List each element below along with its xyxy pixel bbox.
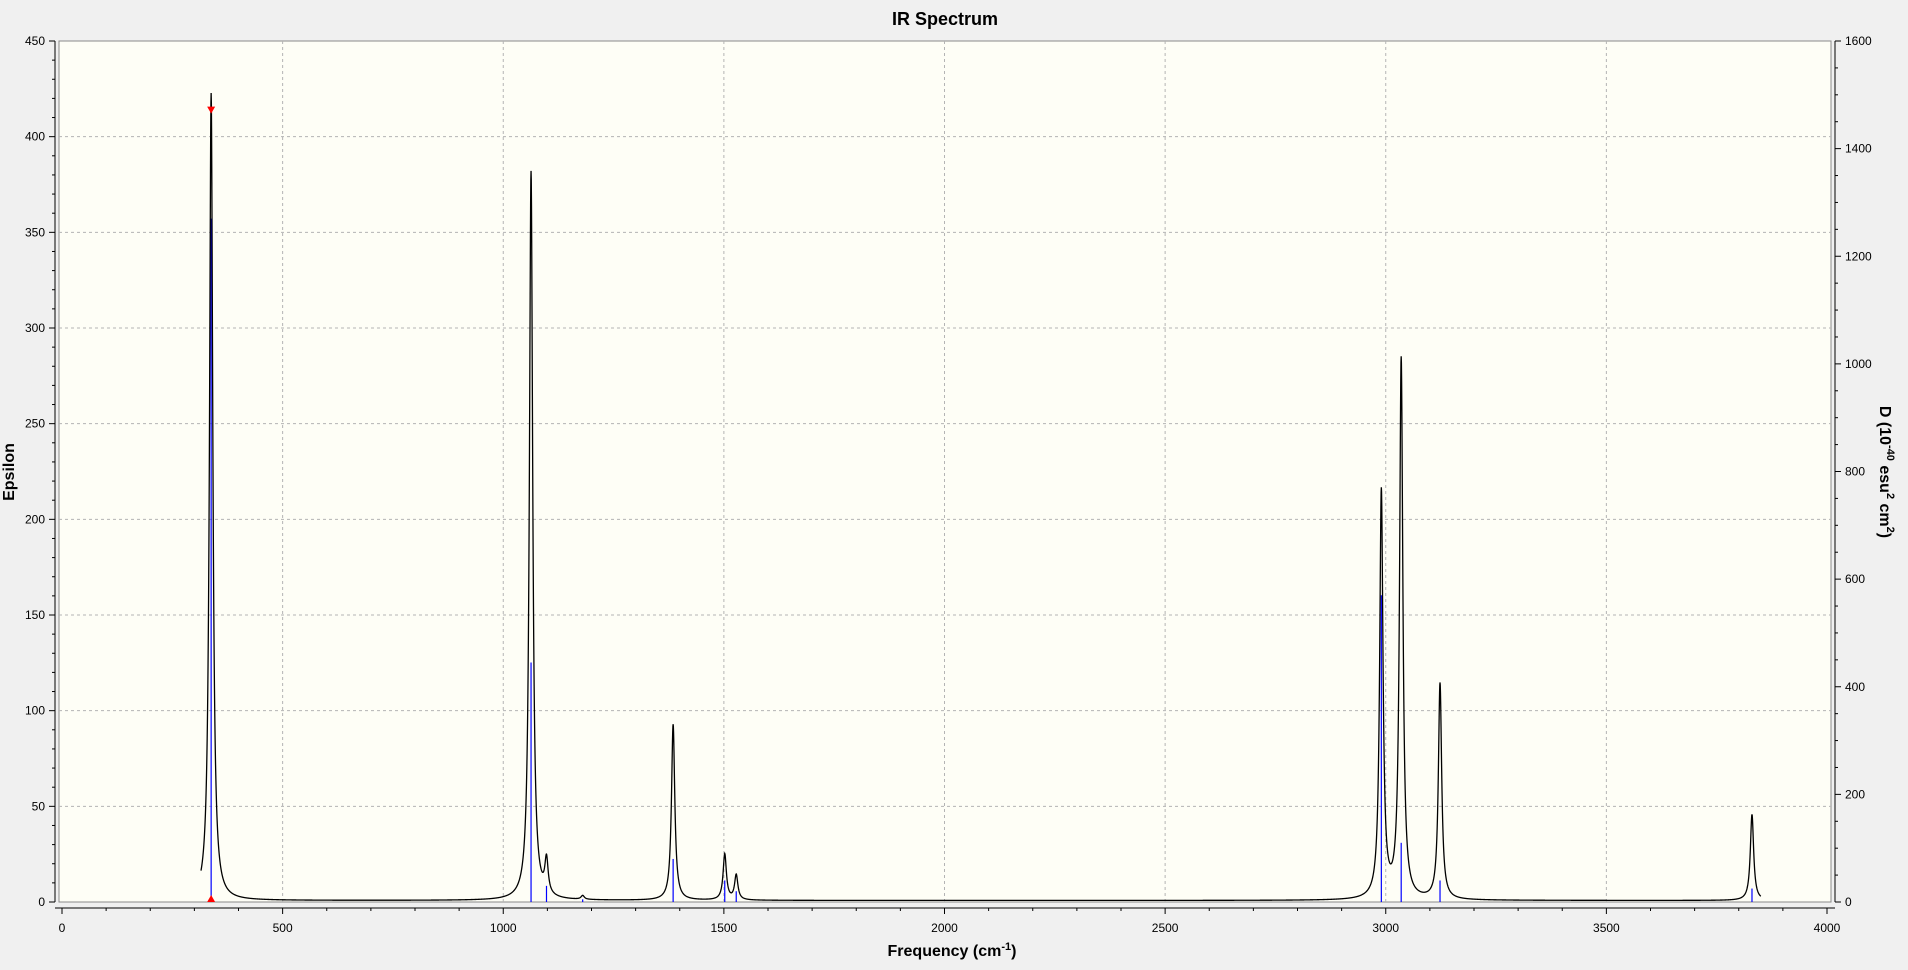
x-tick-label: 1000 [490, 921, 517, 935]
y-right-tick-label: 600 [1845, 572, 1865, 586]
y-left-tick-label: 100 [25, 704, 45, 718]
x-tick-label: 500 [273, 921, 293, 935]
y-left-tick-label: 0 [38, 895, 45, 909]
y-right-tick-label: 400 [1845, 680, 1865, 694]
x-tick-label: 0 [59, 921, 66, 935]
x-tick-label: 4000 [1814, 921, 1841, 935]
y-left-tick-label: 350 [25, 225, 45, 239]
plot-area [58, 40, 1832, 903]
ir-spectrum-chart: 0 500 1000 1500 2000 2500 3000 3500 4000 0 50 100 15… [0, 0, 1908, 965]
y-axis-label-left: Epsilon [1, 443, 18, 501]
y-left-tick-label: 450 [25, 34, 45, 48]
x-tick-label: 3500 [1593, 921, 1620, 935]
y-right-tick-label: 200 [1845, 787, 1865, 801]
y-left-tick-label: 50 [32, 799, 46, 813]
y-left-tick-label: 200 [25, 512, 45, 526]
y-left-tick-label: 300 [25, 321, 45, 335]
x-tick-label: 2500 [1152, 921, 1179, 935]
y-left-tick-label: 150 [25, 608, 45, 622]
y-right-tick-label: 1000 [1845, 357, 1872, 371]
x-tick-label: 1500 [711, 921, 738, 935]
x-tick-label: 2000 [931, 921, 958, 935]
y-left-tick-label: 400 [25, 130, 45, 144]
y-left-tick-label: 250 [25, 417, 45, 431]
x-axis-label: Frequency (cm-1) [888, 941, 1017, 960]
y-axis-label-right: D (10-40 esu2 cm2) [1876, 406, 1896, 538]
x-tick-label: 3000 [1372, 921, 1399, 935]
y-right-tick-label: 1200 [1845, 249, 1872, 263]
chart-title: IR Spectrum [892, 9, 998, 29]
chart-svg: 0 500 1000 1500 2000 2500 3000 3500 400005010015… [1, 9, 1896, 960]
y-right-tick-label: 1600 [1845, 34, 1872, 48]
y-right-tick-label: 0 [1845, 895, 1852, 909]
y-right-tick-label: 800 [1845, 465, 1865, 479]
y-right-tick-label: 1400 [1845, 142, 1872, 156]
